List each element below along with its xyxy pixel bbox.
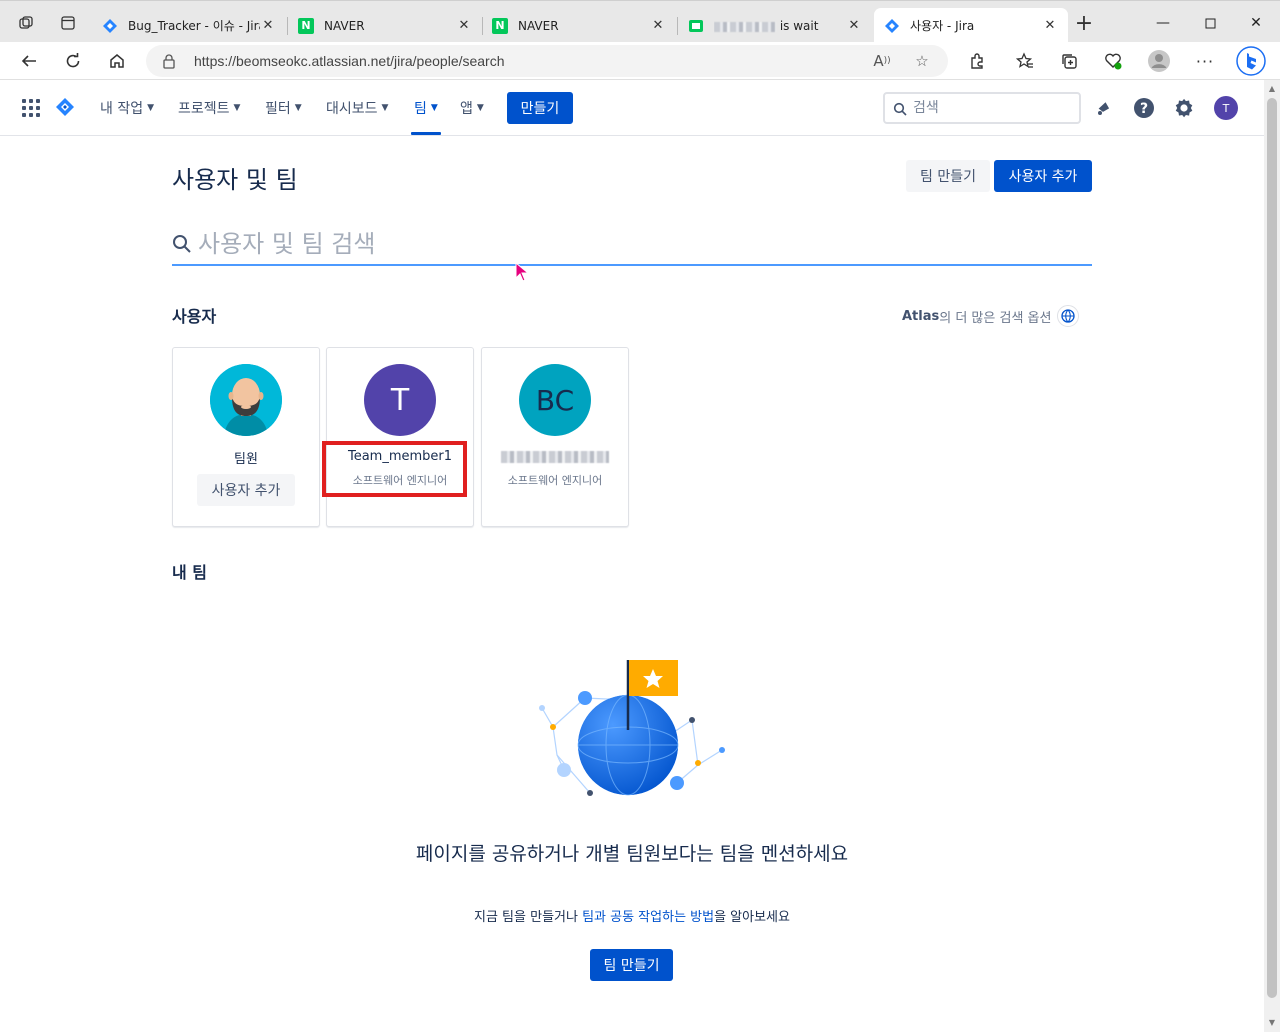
chat-icon (688, 18, 704, 34)
naver-icon: N (492, 17, 508, 34)
user-role: 소프트웨어 엔지니어 (507, 474, 603, 487)
chevron-down-icon: ▼ (381, 103, 389, 113)
jira-logo-icon[interactable] (55, 97, 75, 117)
empty-state-create-team-button[interactable]: 팀 만들기 (590, 949, 673, 981)
people-search[interactable] (172, 222, 1092, 266)
menu-teams[interactable]: 팀 ▼ (414, 98, 438, 118)
close-icon[interactable]: ✕ (260, 18, 276, 33)
favorite-star-icon[interactable]: ☆ (912, 51, 932, 71)
naver-icon: N (298, 17, 314, 34)
scroll-up-icon[interactable]: ▲ (1267, 84, 1277, 94)
jira-icon (102, 18, 118, 34)
tab-bug-tracker[interactable]: Bug_Tracker - 이슈 - Jira ✕ (92, 8, 286, 43)
window-close-icon[interactable]: ✕ (1233, 9, 1279, 37)
teams-collaboration-link[interactable]: 팀과 공동 작업하는 방법 (582, 910, 714, 925)
chevron-down-icon: ▼ (430, 103, 438, 113)
global-search-input[interactable] (913, 99, 1073, 117)
jira-top-nav: 내 작업▼ 프로젝트▼ 필터▼ 대시보드▼ 팀▼ 앱▼ 만들기 ? T (0, 80, 1264, 136)
atlas-globe-icon (1057, 305, 1080, 327)
active-menu-indicator (411, 132, 441, 135)
global-search[interactable] (883, 92, 1081, 124)
users-heading: 사용자 (172, 307, 217, 326)
workspaces-icon[interactable] (12, 9, 40, 37)
tab-users-jira[interactable]: 사용자 - Jira ✕ (874, 8, 1068, 43)
app-switcher-icon[interactable] (22, 99, 40, 117)
collections-icon[interactable] (1054, 47, 1084, 75)
create-team-button[interactable]: 팀 만들기 (906, 160, 990, 192)
avatar: BC (519, 364, 591, 436)
bing-icon[interactable] (1236, 46, 1266, 76)
close-icon[interactable]: ✕ (846, 18, 862, 33)
lock-icon (162, 53, 176, 69)
chevron-down-icon: ▼ (476, 103, 484, 113)
highlight-annotation (322, 441, 467, 497)
url-text: https://beomseokc.atlassian.net/jira/peo… (194, 53, 505, 69)
notifications-icon[interactable] (1092, 96, 1116, 120)
browser-address-bar: https://beomseokc.atlassian.net/jira/peo… (0, 42, 1280, 80)
refresh-icon[interactable] (58, 47, 88, 75)
user-card-bc[interactable]: BC 소프트웨어 엔지니어 (481, 347, 629, 527)
more-options-icon[interactable]: ··· (1190, 47, 1220, 75)
menu-my-work[interactable]: 내 작업 ▼ (100, 98, 154, 118)
people-search-input[interactable] (198, 226, 1078, 262)
tab-naver-2[interactable]: N NAVER ✕ (482, 8, 676, 43)
menu-filters[interactable]: 필터 ▼ (265, 98, 302, 118)
empty-state-description: 지금 팀을 만들거나 팀과 공동 작업하는 방법을 알아보세요 (474, 910, 790, 925)
avatar: T (364, 364, 436, 436)
chevron-down-icon: ▼ (147, 103, 155, 113)
user-card-team-member1[interactable]: T Team_member1 소프트웨어 엔지니어 (326, 347, 474, 527)
page-scrollbar[interactable]: ▲ ▼ (1264, 80, 1280, 1032)
avatar (210, 364, 282, 436)
mouse-cursor-icon (515, 262, 529, 282)
menu-projects[interactable]: 프로젝트 ▼ (178, 98, 240, 118)
blurred-sender (714, 22, 776, 32)
jira-icon (884, 18, 900, 34)
page-title: 사용자 및 팀 (172, 166, 298, 194)
empty-state-title: 페이지를 공유하거나 개별 팀원보다는 팀을 멘션하세요 (415, 843, 849, 865)
create-button[interactable]: 만들기 (507, 92, 573, 124)
user-card-team-member[interactable]: 팀원 사용자 추가 (172, 347, 320, 527)
user-name: 팀원 (234, 452, 258, 467)
browser-health-icon[interactable] (1098, 47, 1128, 75)
tab-naver-1[interactable]: N NAVER ✕ (288, 8, 482, 43)
maximize-icon[interactable] (1187, 9, 1233, 37)
minimize-icon[interactable]: — (1140, 9, 1186, 37)
extensions-icon[interactable] (962, 47, 992, 75)
add-user-button[interactable]: 사용자 추가 (994, 160, 1092, 192)
my-teams-heading: 내 팀 (172, 563, 208, 582)
close-icon[interactable]: ✕ (1042, 18, 1058, 33)
read-aloud-icon[interactable]: A)) (872, 51, 892, 71)
url-bar[interactable]: https://beomseokc.atlassian.net/jira/peo… (146, 45, 948, 77)
chevron-down-icon: ▼ (233, 103, 241, 113)
close-icon[interactable]: ✕ (456, 18, 472, 33)
tab-actions-icon[interactable] (54, 9, 82, 37)
help-icon[interactable]: ? (1132, 96, 1156, 120)
scroll-down-icon[interactable]: ▼ (1267, 1018, 1277, 1028)
teams-globe-illustration (539, 660, 725, 796)
menu-dashboards[interactable]: 대시보드 ▼ (326, 98, 388, 118)
profile-icon[interactable] (1144, 47, 1174, 75)
home-icon[interactable] (102, 47, 132, 75)
blurred-user-name (501, 451, 609, 463)
profile-avatar[interactable]: T (1214, 96, 1238, 120)
close-icon[interactable]: ✕ (650, 18, 666, 33)
menu-apps[interactable]: 앱 ▼ (460, 98, 484, 118)
favorites-icon[interactable] (1010, 47, 1040, 75)
chevron-down-icon: ▼ (294, 103, 302, 113)
tab-chat[interactable]: is wait ✕ (678, 8, 872, 43)
search-icon (172, 234, 192, 254)
browser-tab-bar: Bug_Tracker - 이슈 - Jira ✕ N NAVER ✕ N NA… (0, 0, 1280, 43)
atlas-search-options[interactable]: Atlas 의 더 많은 검색 옵션 (902, 305, 1080, 327)
back-icon[interactable] (14, 47, 44, 75)
svg-text:?: ? (1140, 101, 1148, 117)
card-add-user-button[interactable]: 사용자 추가 (197, 474, 295, 506)
search-icon (893, 101, 907, 116)
new-tab-button[interactable]: + (1070, 9, 1098, 37)
settings-gear-icon[interactable] (1172, 96, 1196, 120)
scroll-thumb[interactable] (1267, 98, 1277, 998)
